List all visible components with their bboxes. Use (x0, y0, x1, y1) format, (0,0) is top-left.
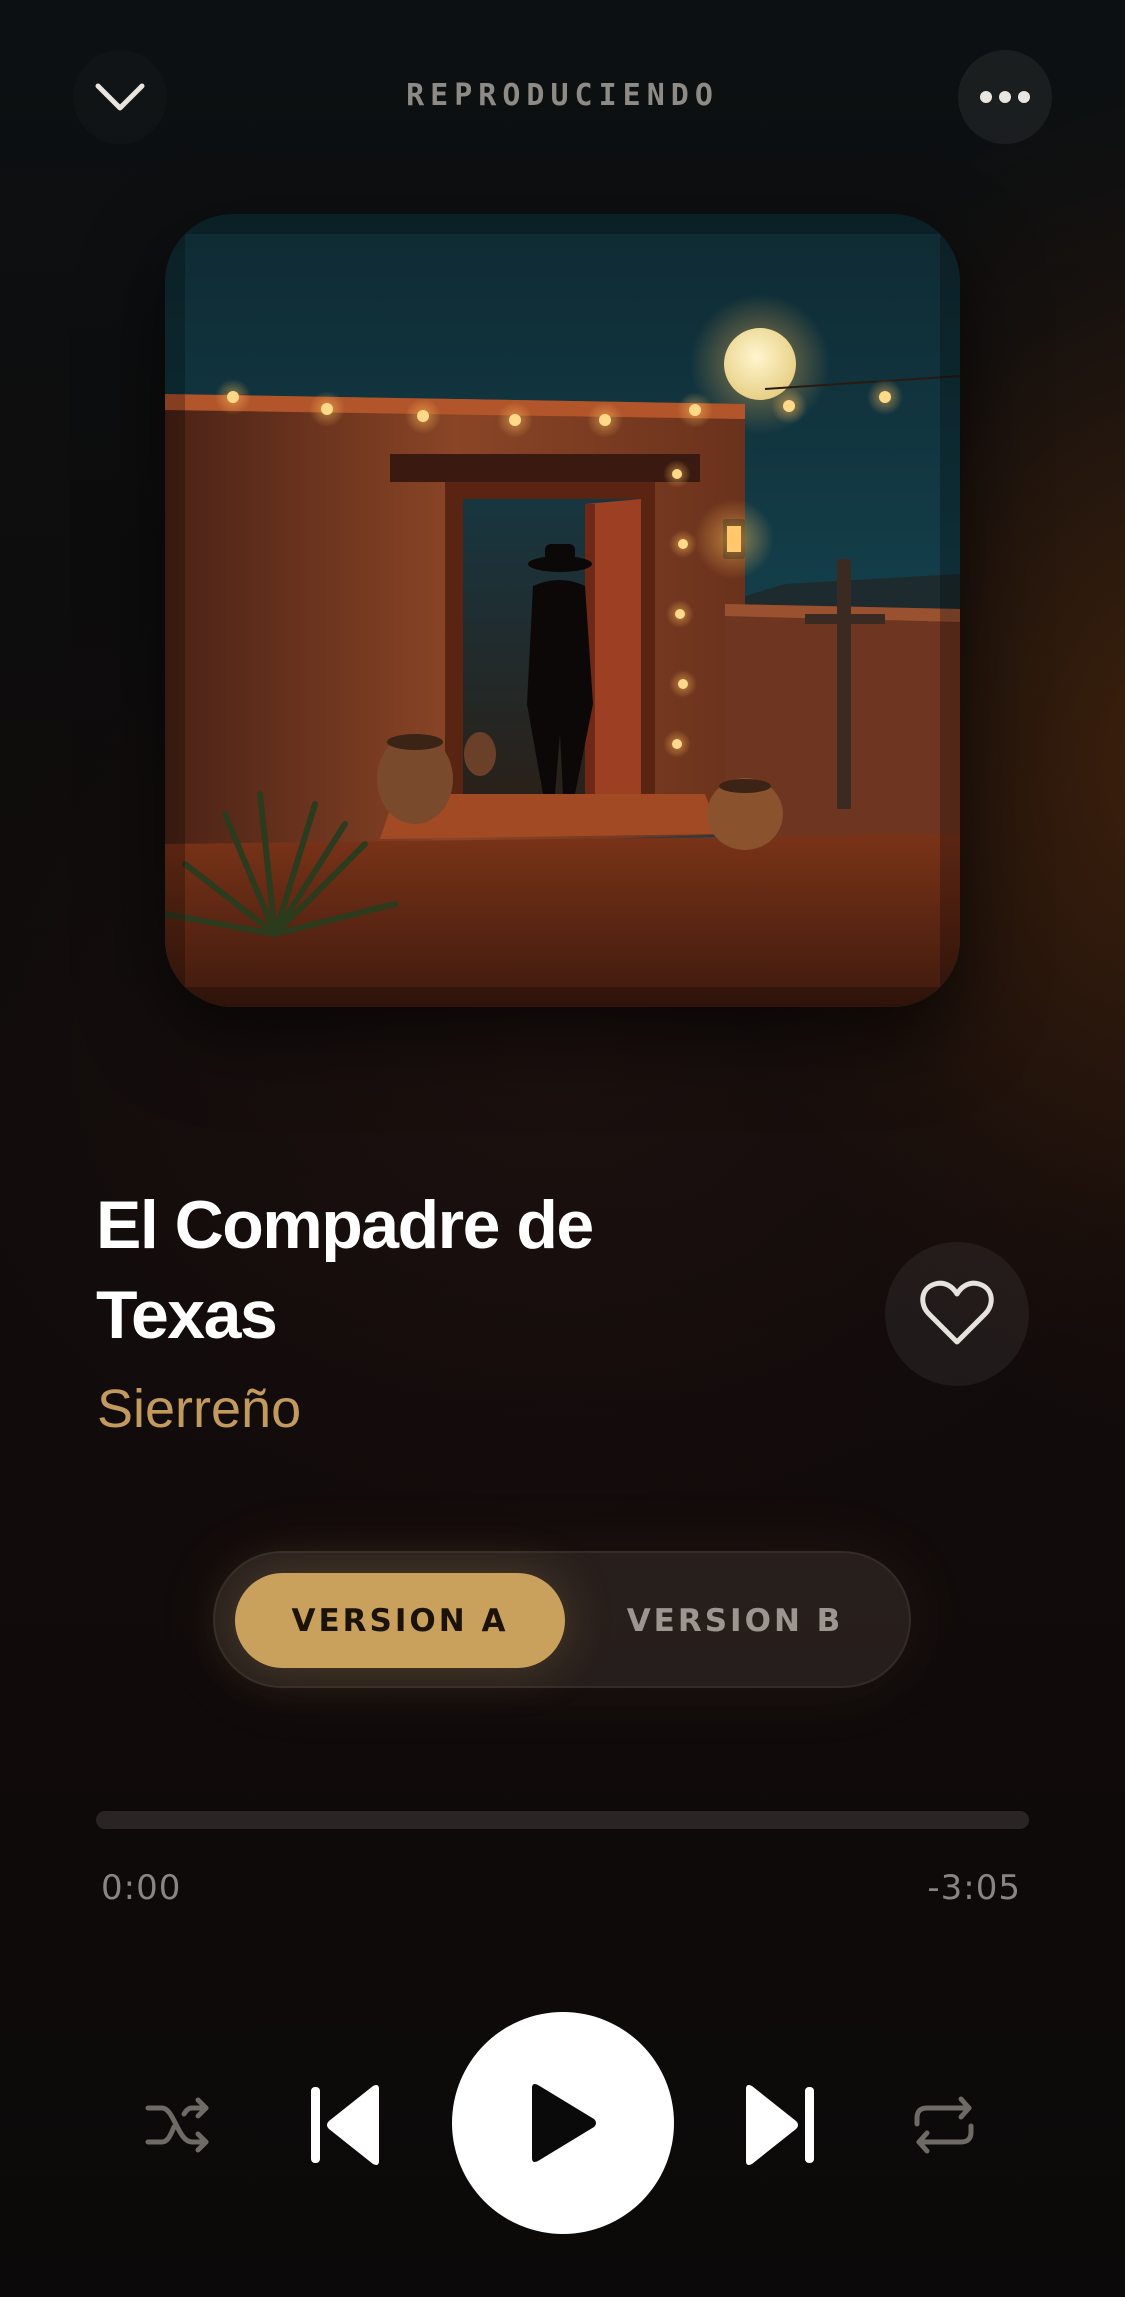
version-toggle: VERSION A VERSION B (213, 1551, 911, 1688)
version-b-option[interactable]: VERSION B (575, 1573, 895, 1668)
heart-icon (920, 1280, 994, 1345)
elapsed-time: 0:00 (101, 1868, 182, 1908)
previous-button[interactable] (305, 2080, 385, 2170)
progress-bar[interactable] (96, 1811, 1029, 1829)
favorite-button[interactable] (885, 1242, 1029, 1386)
next-button[interactable] (740, 2080, 820, 2170)
artist-name[interactable]: Sierreño (97, 1378, 301, 1440)
skip-next-icon (746, 2085, 814, 2165)
shuffle-button[interactable] (140, 2090, 220, 2160)
header-title: REPRODUCIENDO (406, 78, 719, 113)
play-button[interactable] (452, 2012, 674, 2234)
remaining-time: -3:05 (927, 1868, 1021, 1908)
more-options-button[interactable] (958, 50, 1052, 144)
version-a-option[interactable]: VERSION A (235, 1573, 565, 1668)
more-horizontal-icon (980, 91, 1030, 103)
skip-previous-icon (311, 2085, 379, 2165)
now-playing-screen: REPRODUCIENDO El Compadre de Texas Sierr… (0, 0, 1125, 2297)
shuffle-icon (145, 2097, 209, 2153)
play-icon (532, 2084, 596, 2162)
repeat-icon (914, 2096, 974, 2154)
album-artwork (165, 214, 960, 1007)
repeat-button[interactable] (904, 2090, 984, 2160)
track-title: El Compadre de Texas (96, 1187, 594, 1353)
